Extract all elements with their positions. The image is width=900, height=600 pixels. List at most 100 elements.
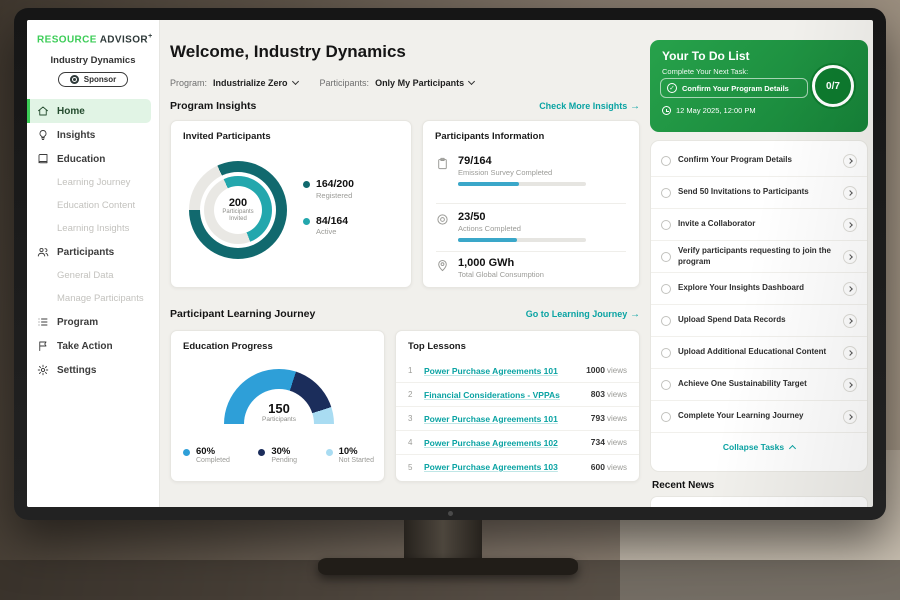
monitor-stand-neck — [404, 520, 482, 562]
lesson-link[interactable]: Power Purchase Agreements 102 — [424, 438, 583, 448]
task-checkbox[interactable] — [661, 412, 671, 422]
lesson-link[interactable]: Power Purchase Agreements 101 — [424, 414, 583, 424]
legend-label: Active — [316, 227, 348, 236]
legend-value: 60% — [196, 447, 215, 457]
education-icon — [37, 153, 49, 165]
task-checkbox[interactable] — [661, 252, 671, 262]
sidebar-item-learning-journey[interactable]: Learning Journey — [27, 171, 159, 194]
legend-item: 60% Completed — [183, 447, 230, 464]
task-label: Invite a Collaborator — [678, 219, 836, 229]
legend-dot — [326, 449, 333, 456]
collapse-tasks-link[interactable]: Collapse Tasks — [651, 433, 867, 461]
task-open-button[interactable] — [843, 250, 857, 264]
task-open-button[interactable] — [843, 154, 857, 168]
monitor-logo — [448, 511, 453, 516]
sidebar-item-learning-insights[interactable]: Learning Insights — [27, 217, 159, 240]
nav-label: Participants — [57, 247, 114, 258]
program-label: Program: — [170, 78, 207, 88]
nav-label: Take Action — [57, 341, 113, 352]
nav-label: General Data — [57, 270, 114, 281]
legend-item: 84/164 Active — [303, 216, 354, 237]
task-item[interactable]: Send 50 Invitations to Participants — [651, 177, 867, 209]
task-open-button[interactable] — [843, 378, 857, 392]
go-to-learning-journey-link[interactable]: Go to Learning Journey — [526, 309, 640, 320]
sidebar-item-education-content[interactable]: Education Content — [27, 194, 159, 217]
donut-center-value: 200 — [229, 197, 247, 209]
legend-dot — [183, 449, 190, 456]
task-label: Send 50 Invitations to Participants — [678, 187, 836, 197]
recent-news-title: Recent News — [652, 480, 714, 491]
sidebar-item-education[interactable]: Education — [27, 147, 159, 171]
legend-value: 164/200 — [316, 179, 354, 191]
task-checkbox[interactable] — [661, 188, 671, 198]
sidebar-item-settings[interactable]: Settings — [27, 358, 159, 382]
task-item[interactable]: Upload Spend Data Records — [651, 305, 867, 337]
task-open-button[interactable] — [843, 314, 857, 328]
next-task[interactable]: Confirm Your Program Details — [660, 78, 808, 98]
sidebar-item-home[interactable]: Home — [27, 99, 151, 123]
sidebar-item-participants[interactable]: Participants — [27, 240, 159, 264]
next-task-label: Confirm Your Program Details — [682, 84, 789, 93]
nav-label: Learning Insights — [57, 223, 129, 234]
nav-label: Education Content — [57, 200, 135, 211]
task-open-button[interactable] — [843, 218, 857, 232]
lesson-row: 4 Power Purchase Agreements 102 734views — [396, 431, 639, 455]
participants-select[interactable]: Only My Participants — [375, 78, 474, 88]
lesson-rank: 4 — [408, 438, 416, 447]
check-more-insights-link[interactable]: Check More Insights — [539, 101, 640, 112]
lesson-row: 2 Financial Considerations - VPPAs 803vi… — [396, 383, 639, 407]
task-checkbox[interactable] — [661, 220, 671, 230]
task-open-button[interactable] — [843, 186, 857, 200]
sidebar-item-program[interactable]: Program — [27, 310, 159, 334]
chevron-down-icon — [468, 78, 475, 85]
sidebar-item-take-action[interactable]: Take Action — [27, 334, 159, 358]
todo-title: Your To Do List — [662, 49, 750, 63]
collapse-label: Collapse Tasks — [723, 442, 784, 452]
lesson-views: 793views — [591, 413, 627, 424]
sidebar-item-insights[interactable]: Insights — [27, 123, 159, 147]
sponsor-badge[interactable]: Sponsor — [58, 72, 128, 87]
task-open-button[interactable] — [843, 282, 857, 296]
task-open-button[interactable] — [843, 410, 857, 424]
lesson-row: 3 Power Purchase Agreements 101 793views — [396, 407, 639, 431]
task-checkbox[interactable] — [661, 316, 671, 326]
task-item[interactable]: Confirm Your Program Details — [651, 145, 867, 177]
clipboard-icon — [436, 157, 449, 170]
lesson-link[interactable]: Power Purchase Agreements 101 — [424, 366, 578, 376]
sidebar: RESOURCE ADVISOR+ Industry Dynamics Spon… — [27, 20, 160, 507]
task-label: Achieve One Sustainability Target — [678, 379, 836, 389]
legend-dot — [258, 449, 265, 456]
sidebar-item-manage-participants[interactable]: Manage Participants — [27, 287, 159, 310]
progress-bar — [458, 182, 586, 186]
lesson-link[interactable]: Financial Considerations - VPPAs — [424, 390, 583, 400]
monitor: RESOURCE ADVISOR+ Industry Dynamics Spon… — [14, 8, 886, 520]
legend-label: Registered — [316, 191, 354, 200]
donut-center-label: Participants Invited — [218, 209, 258, 224]
todo-summary-card: Your To Do List Complete Your Next Task:… — [650, 40, 868, 132]
nav-label: Manage Participants — [57, 293, 144, 304]
task-item[interactable]: Verify participants requesting to join t… — [651, 241, 867, 273]
lessons-list: 1 Power Purchase Agreements 101 1000view… — [396, 359, 639, 479]
task-checkbox[interactable] — [661, 156, 671, 166]
task-item[interactable]: Complete Your Learning Journey — [651, 401, 867, 433]
program-insights-header: Program Insights Check More Insights — [170, 100, 640, 112]
monitor-stand-base — [318, 558, 578, 575]
lesson-link[interactable]: Power Purchase Agreements 103 — [424, 462, 583, 472]
donut-legend: 164/200 Registered 84/164 Active — [303, 179, 354, 236]
sidebar-item-general-data[interactable]: General Data — [27, 264, 159, 287]
legend-label: Completed — [196, 457, 230, 464]
task-item[interactable]: Invite a Collaborator — [651, 209, 867, 241]
task-item[interactable]: Achieve One Sustainability Target — [651, 369, 867, 401]
task-item[interactable]: Upload Additional Educational Content — [651, 337, 867, 369]
insights-icon — [37, 129, 49, 141]
card-title: Top Lessons — [396, 331, 639, 352]
task-checkbox[interactable] — [661, 284, 671, 294]
task-item[interactable]: Explore Your Insights Dashboard — [651, 273, 867, 305]
chevron-right-icon — [847, 190, 853, 196]
nav-label: Learning Journey — [57, 177, 130, 188]
task-checkbox[interactable] — [661, 348, 671, 358]
task-open-button[interactable] — [843, 346, 857, 360]
task-checkbox[interactable] — [661, 380, 671, 390]
legend-dot — [303, 181, 310, 188]
program-select[interactable]: Industrialize Zero — [213, 78, 298, 88]
